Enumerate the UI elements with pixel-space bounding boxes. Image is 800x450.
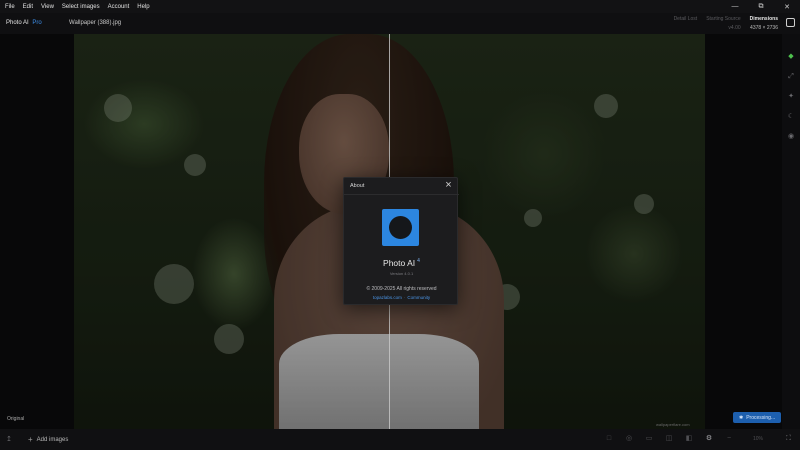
menu-select-images[interactable]: Select images — [58, 4, 104, 10]
restore-icon[interactable]: ⧉ — [748, 0, 774, 13]
title-bar: Photo AI Pro Wallpaper (388).jpg Detail … — [0, 13, 800, 34]
enhance-tool-icon[interactable]: ◆ — [787, 53, 795, 61]
app-logo-icon — [382, 209, 419, 246]
menu-view[interactable]: View — [37, 4, 58, 10]
eye-icon[interactable]: ◎ — [624, 434, 634, 444]
minimize-icon[interactable]: — — [722, 0, 748, 13]
bottom-bar: ↥ + Add images □ ◎ ▭ ◫ ◧ ⚙ − 10% ⛶ — [0, 429, 800, 450]
about-dialog: About × Photo AI 4 Version 4.0.1 © 2009-2… — [343, 177, 459, 305]
split-view-icon[interactable]: ◧ — [684, 434, 694, 444]
dialog-links: topazlabs.com · Community — [372, 295, 431, 300]
image-stats: Detail Lost Starting Source v4.00 Dimens… — [674, 16, 778, 31]
side-by-side-icon[interactable]: ◫ — [664, 434, 674, 444]
window-controls: — ⧉ ✕ — [722, 0, 800, 13]
zoom-level[interactable]: 10% — [753, 436, 763, 442]
image-watermark: wallpaperflare.com — [656, 422, 690, 427]
processing-icon: ✱ — [739, 414, 744, 421]
dialog-header: About × — [344, 178, 459, 195]
single-view-icon[interactable]: ▭ — [644, 434, 654, 444]
dialog-title: About — [350, 183, 365, 189]
original-label: Original — [7, 416, 25, 422]
stat-dimensions: Dimensions 4378 × 2736 — [749, 16, 778, 31]
menu-edit[interactable]: Edit — [19, 4, 37, 10]
website-link[interactable]: topazlabs.com — [373, 295, 402, 300]
sharpen-tool-icon[interactable]: ✦ — [787, 93, 795, 101]
close-icon[interactable]: ✕ — [774, 0, 800, 13]
major-version: 4 — [417, 258, 420, 264]
menu-account[interactable]: Account — [104, 4, 134, 10]
dialog-app-name: Photo AI 4 — [383, 258, 420, 268]
processing-button[interactable]: ✱ Processing... — [733, 412, 782, 423]
community-link[interactable]: Community — [407, 295, 430, 300]
menu-file[interactable]: File — [0, 4, 19, 10]
tool-rail: ◆ ⤢ ✦ ☾ ◉ — [782, 34, 800, 429]
add-images-button[interactable]: + Add images — [28, 435, 68, 444]
app-name: Photo AI — [6, 20, 29, 26]
plus-icon: + — [28, 435, 33, 444]
crop-icon[interactable]: □ — [604, 434, 614, 444]
edition-badge: Pro — [32, 20, 42, 26]
upscale-tool-icon[interactable]: ⤢ — [787, 73, 795, 81]
stat-starting-source: Starting Source v4.00 — [706, 16, 741, 31]
zoom-out-icon[interactable]: − — [724, 434, 734, 444]
panel-toggle-icon[interactable] — [786, 18, 795, 27]
dialog-close-icon[interactable]: × — [442, 179, 455, 192]
view-tools: □ ◎ ▭ ◫ ◧ ⚙ − — [604, 434, 734, 444]
export-icon[interactable]: ↥ — [6, 435, 12, 443]
stat-detail-lost: Detail Lost — [673, 16, 698, 22]
light-tool-icon[interactable]: ☾ — [787, 113, 795, 121]
menu-bar: File Edit View Select images Account Hel… — [0, 0, 800, 13]
file-name: Wallpaper (388).jpg — [69, 20, 122, 26]
dialog-version: Version 4.0.1 — [389, 271, 414, 276]
dialog-copyright: © 2009-2025 All rights reserved — [366, 286, 437, 292]
processing-label: Processing... — [746, 414, 776, 421]
menu-help[interactable]: Help — [133, 4, 153, 10]
settings-icon[interactable]: ⚙ — [704, 434, 714, 444]
add-images-label: Add images — [36, 436, 69, 443]
color-tool-icon[interactable]: ◉ — [787, 133, 795, 141]
fit-screen-icon[interactable]: ⛶ — [786, 435, 791, 443]
app-title: Photo AI Pro — [6, 20, 42, 26]
